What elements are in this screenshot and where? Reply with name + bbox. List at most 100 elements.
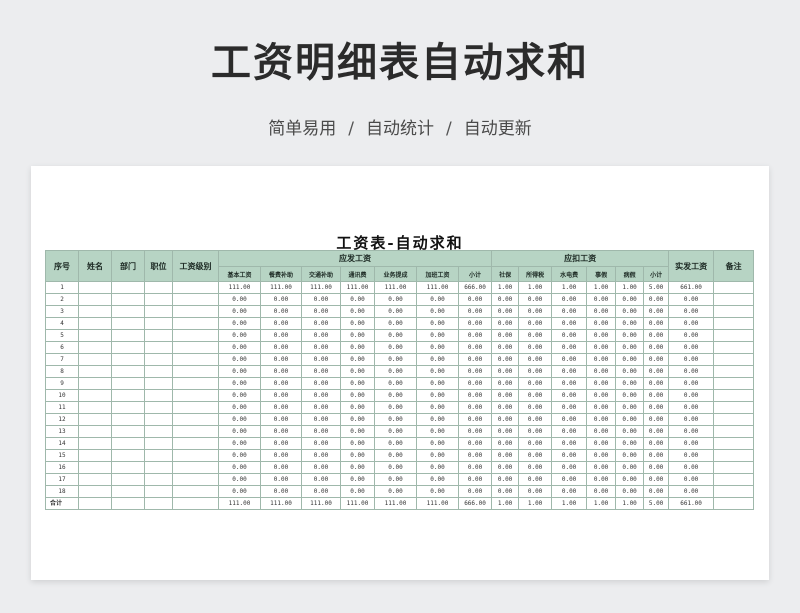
cell-deduct[interactable]: 0.00	[586, 485, 617, 498]
cell-payable[interactable]: 0.00	[340, 485, 375, 498]
cell-payable[interactable]: 0.00	[416, 437, 459, 450]
cell-payable[interactable]: 0.00	[218, 473, 261, 486]
cell-deduct[interactable]: 0.00	[551, 365, 588, 378]
cell-dept[interactable]	[111, 353, 145, 366]
cell-remark[interactable]	[713, 401, 755, 414]
cell-payable[interactable]: 0.00	[374, 341, 417, 354]
cell-payable[interactable]: 0.00	[457, 353, 493, 366]
cell-payable[interactable]: 0.00	[416, 473, 459, 486]
cell-grade[interactable]	[172, 449, 219, 462]
cell-payable[interactable]: 0.00	[416, 389, 459, 402]
cell-payable[interactable]: 0.00	[340, 425, 375, 438]
cell-payable[interactable]: 0.00	[301, 305, 341, 318]
total-empty[interactable]	[78, 497, 112, 510]
total-net[interactable]: 661.00	[668, 497, 715, 510]
cell-payable[interactable]: 0.00	[457, 425, 493, 438]
cell-position[interactable]	[144, 293, 173, 306]
cell-payable[interactable]: 0.00	[301, 365, 341, 378]
cell-payable[interactable]: 0.00	[374, 437, 417, 450]
cell-deduct[interactable]: 0.00	[551, 473, 588, 486]
total-deduct[interactable]: 5.00	[643, 497, 670, 510]
cell-payable[interactable]: 0.00	[457, 485, 493, 498]
cell-dept[interactable]	[111, 401, 145, 414]
total-deduct[interactable]: 1.00	[518, 497, 553, 510]
cell-payable[interactable]: 0.00	[260, 437, 302, 450]
cell-payable[interactable]: 0.00	[457, 305, 493, 318]
cell-grade[interactable]	[172, 389, 219, 402]
cell-payable[interactable]: 0.00	[301, 389, 341, 402]
cell-deduct[interactable]: 0.00	[643, 485, 670, 498]
cell-payable[interactable]: 0.00	[416, 365, 459, 378]
cell-payable[interactable]: 0.00	[301, 425, 341, 438]
cell-name[interactable]	[78, 401, 112, 414]
cell-deduct[interactable]: 0.00	[491, 425, 520, 438]
cell-deduct[interactable]: 0.00	[518, 425, 553, 438]
cell-deduct[interactable]: 0.00	[491, 401, 520, 414]
cell-remark[interactable]	[713, 377, 755, 390]
cell-position[interactable]	[144, 473, 173, 486]
cell-payable[interactable]: 0.00	[457, 389, 493, 402]
cell-payable[interactable]: 0.00	[340, 365, 375, 378]
cell-payable[interactable]: 0.00	[218, 461, 261, 474]
cell-name[interactable]	[78, 473, 112, 486]
cell-dept[interactable]	[111, 473, 145, 486]
cell-name[interactable]	[78, 449, 112, 462]
cell-dept[interactable]	[111, 281, 145, 294]
cell-payable[interactable]: 0.00	[218, 485, 261, 498]
cell-deduct[interactable]: 0.00	[586, 365, 617, 378]
cell-payable[interactable]: 0.00	[416, 425, 459, 438]
total-payable[interactable]: 666.00	[457, 497, 493, 510]
cell-deduct[interactable]: 1.00	[518, 281, 553, 294]
cell-dept[interactable]	[111, 305, 145, 318]
cell-deduct[interactable]: 0.00	[518, 437, 553, 450]
cell-deduct[interactable]: 0.00	[643, 377, 670, 390]
cell-payable[interactable]: 0.00	[340, 377, 375, 390]
cell-deduct[interactable]: 0.00	[615, 329, 645, 342]
cell-position[interactable]	[144, 485, 173, 498]
cell-position[interactable]	[144, 413, 173, 426]
cell-deduct[interactable]: 0.00	[518, 461, 553, 474]
cell-net[interactable]: 0.00	[668, 317, 715, 330]
cell-payable[interactable]: 0.00	[416, 341, 459, 354]
cell-deduct[interactable]: 1.00	[491, 281, 520, 294]
cell-payable[interactable]: 0.00	[340, 317, 375, 330]
cell-payable[interactable]: 0.00	[374, 377, 417, 390]
cell-payable[interactable]: 0.00	[416, 461, 459, 474]
cell-payable[interactable]: 0.00	[218, 389, 261, 402]
cell-payable[interactable]: 0.00	[374, 485, 417, 498]
cell-seq[interactable]: 13	[45, 425, 79, 438]
cell-grade[interactable]	[172, 341, 219, 354]
cell-payable[interactable]: 0.00	[340, 293, 375, 306]
cell-position[interactable]	[144, 461, 173, 474]
cell-deduct[interactable]: 0.00	[643, 449, 670, 462]
cell-payable[interactable]: 111.00	[374, 281, 417, 294]
total-label[interactable]: 合计	[45, 497, 79, 510]
cell-payable[interactable]: 0.00	[301, 413, 341, 426]
cell-payable[interactable]: 0.00	[416, 449, 459, 462]
cell-net[interactable]: 0.00	[668, 293, 715, 306]
cell-payable[interactable]: 0.00	[416, 401, 459, 414]
cell-net[interactable]: 0.00	[668, 305, 715, 318]
cell-grade[interactable]	[172, 473, 219, 486]
cell-deduct[interactable]: 0.00	[615, 461, 645, 474]
cell-deduct[interactable]: 0.00	[615, 425, 645, 438]
total-empty[interactable]	[172, 497, 219, 510]
cell-payable[interactable]: 0.00	[301, 317, 341, 330]
cell-dept[interactable]	[111, 425, 145, 438]
cell-net[interactable]: 0.00	[668, 449, 715, 462]
cell-payable[interactable]: 0.00	[374, 317, 417, 330]
cell-remark[interactable]	[713, 473, 755, 486]
cell-deduct[interactable]: 0.00	[643, 461, 670, 474]
cell-deduct[interactable]: 0.00	[551, 485, 588, 498]
cell-dept[interactable]	[111, 377, 145, 390]
cell-position[interactable]	[144, 305, 173, 318]
cell-deduct[interactable]: 0.00	[551, 425, 588, 438]
cell-grade[interactable]	[172, 437, 219, 450]
cell-payable[interactable]: 0.00	[218, 317, 261, 330]
total-payable[interactable]: 111.00	[416, 497, 459, 510]
cell-deduct[interactable]: 0.00	[551, 413, 588, 426]
cell-payable[interactable]: 0.00	[260, 449, 302, 462]
cell-payable[interactable]: 0.00	[260, 353, 302, 366]
cell-deduct[interactable]: 0.00	[491, 389, 520, 402]
cell-deduct[interactable]: 0.00	[615, 401, 645, 414]
